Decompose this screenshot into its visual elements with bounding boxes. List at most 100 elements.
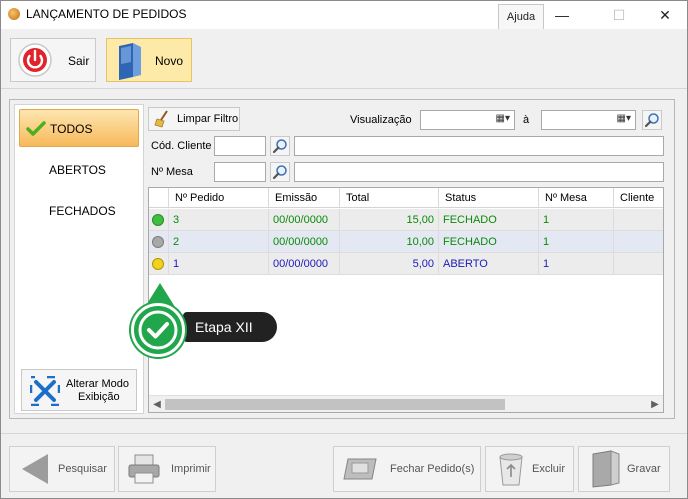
search-button[interactable]: Pesquisar	[9, 446, 115, 492]
scroll-right-icon[interactable]: ▶	[647, 396, 663, 412]
status-dot-icon	[152, 236, 164, 248]
binder-save-icon	[592, 450, 620, 488]
delete-label: Excluir	[532, 463, 566, 475]
cell-total: 15,00	[340, 209, 439, 231]
sidebar-item-abertos[interactable]: ABERTOS	[19, 151, 139, 189]
toolbar: Sair Novo	[1, 29, 687, 89]
to-label: à	[523, 114, 530, 126]
exit-button[interactable]: Sair	[10, 38, 96, 82]
printer-icon	[128, 454, 160, 484]
client-name-field	[294, 136, 664, 156]
new-label: Novo	[155, 54, 184, 68]
cell-status: ABERTO	[439, 253, 539, 275]
client-code-input[interactable]	[214, 136, 266, 156]
calendar-icon: ▦▾	[495, 113, 510, 124]
exit-label: Sair	[68, 54, 90, 68]
close-orders-label: Fechar Pedido(s)	[390, 463, 475, 475]
cell-emissao: 00/00/0000	[269, 253, 340, 275]
clear-filter-label: Limpar Filtro	[177, 113, 239, 125]
cell-emissao: 00/00/0000	[269, 209, 340, 231]
search-icon	[644, 113, 659, 128]
new-button[interactable]: Novo	[106, 38, 192, 82]
table-search-button[interactable]	[270, 162, 290, 182]
grid-indicator-header	[149, 188, 169, 208]
table-number-input[interactable]	[214, 162, 266, 182]
cell-cliente	[614, 231, 663, 253]
table-number-label: Nº Mesa	[151, 166, 193, 178]
clear-filter-button[interactable]: Limpar Filtro	[148, 107, 240, 131]
change-view-mode-button[interactable]: Alterar Modo Exibição	[21, 369, 137, 411]
app-window: LANÇAMENTO DE PEDIDOS Ajuda — ☐ ✕ Sair N…	[0, 0, 688, 499]
column-header-pedido[interactable]: Nº Pedido	[169, 188, 269, 208]
search-label: Pesquisar	[58, 463, 107, 475]
column-header-emissao[interactable]: Emissão	[269, 188, 340, 208]
recycle-bin-icon	[499, 453, 523, 486]
change-view-mode-label-2: Exibição	[78, 391, 120, 403]
table-row[interactable]: 2 00/00/0000 10,00 FECHADO 1	[149, 231, 663, 253]
table-row[interactable]: 3 00/00/0000 15,00 FECHADO 1	[149, 209, 663, 231]
callout-label: Etapa XII	[183, 312, 277, 342]
broom-icon	[154, 110, 168, 128]
column-header-cliente[interactable]: Cliente	[614, 188, 663, 208]
date-search-button[interactable]	[642, 110, 662, 130]
client-search-button[interactable]	[270, 136, 290, 156]
minimize-button[interactable]: —	[547, 5, 577, 25]
status-dot-icon	[152, 214, 164, 226]
new-document-icon	[119, 43, 141, 80]
search-icon	[272, 165, 287, 180]
save-label: Gravar	[627, 463, 661, 475]
status-sidebar: TODOS ABERTOS FECHADOS Alterar Modo Exib…	[14, 104, 144, 414]
cell-emissao: 00/00/0000	[269, 231, 340, 253]
orders-grid: Nº Pedido Emissão Total Status Nº Mesa C…	[148, 187, 664, 413]
date-to-picker[interactable]: ▦▾	[541, 110, 636, 130]
grid-header: Nº Pedido Emissão Total Status Nº Mesa C…	[149, 188, 663, 208]
table-desc-field	[294, 162, 664, 182]
scroll-thumb[interactable]	[165, 399, 505, 410]
power-icon	[18, 43, 52, 77]
scroll-left-icon[interactable]: ◀	[149, 396, 165, 412]
sidebar-item-todos[interactable]: TODOS	[19, 109, 139, 147]
row-status-cell	[149, 231, 169, 253]
search-icon	[272, 139, 287, 154]
column-header-status[interactable]: Status	[439, 188, 539, 208]
expand-arrows-icon	[30, 376, 60, 406]
client-code-label: Cód. Cliente	[151, 140, 212, 152]
close-orders-button[interactable]: Fechar Pedido(s)	[333, 446, 481, 492]
sidebar-item-label: TODOS	[50, 122, 93, 136]
cell-pedido: 3	[169, 209, 269, 231]
delete-button[interactable]: Excluir	[485, 446, 574, 492]
status-dot-icon	[152, 258, 164, 270]
help-button[interactable]: Ajuda	[498, 4, 544, 30]
date-from-picker[interactable]: ▦▾	[420, 110, 515, 130]
row-status-cell	[149, 209, 169, 231]
cell-status: FECHADO	[439, 209, 539, 231]
sidebar-item-label: FECHADOS	[49, 204, 116, 218]
cash-register-icon	[343, 458, 377, 480]
close-window-button[interactable]: ✕	[650, 5, 680, 25]
print-button[interactable]: Imprimir	[118, 446, 216, 492]
row-status-cell	[149, 253, 169, 275]
cell-cliente	[614, 209, 663, 231]
cell-cliente	[614, 253, 663, 275]
save-button[interactable]: Gravar	[578, 446, 670, 492]
column-header-mesa[interactable]: Nº Mesa	[539, 188, 614, 208]
title-bar: LANÇAMENTO DE PEDIDOS Ajuda — ☐ ✕	[1, 1, 687, 30]
window-title: LANÇAMENTO DE PEDIDOS	[26, 7, 187, 21]
sidebar-item-label: ABERTOS	[49, 163, 106, 177]
cell-mesa: 1	[539, 231, 614, 253]
column-header-total[interactable]: Total	[340, 188, 439, 208]
table-row[interactable]: 1 00/00/0000 5,00 ABERTO 1	[149, 253, 663, 275]
horizontal-scrollbar[interactable]: ◀ ▶	[149, 395, 663, 412]
print-label: Imprimir	[171, 463, 211, 475]
cell-total: 5,00	[340, 253, 439, 275]
app-icon	[8, 8, 20, 20]
sidebar-item-fechados[interactable]: FECHADOS	[19, 192, 139, 230]
bottom-toolbar: Pesquisar Imprimir Fechar Pedido(s) Excl…	[1, 433, 687, 498]
callout-badge	[131, 303, 185, 357]
change-view-mode-label-1: Alterar Modo	[66, 378, 129, 390]
calendar-icon: ▦▾	[616, 113, 631, 124]
cell-mesa: 1	[539, 209, 614, 231]
cell-total: 10,00	[340, 231, 439, 253]
main-panel: TODOS ABERTOS FECHADOS Alterar Modo Exib…	[9, 99, 675, 419]
cell-mesa: 1	[539, 253, 614, 275]
